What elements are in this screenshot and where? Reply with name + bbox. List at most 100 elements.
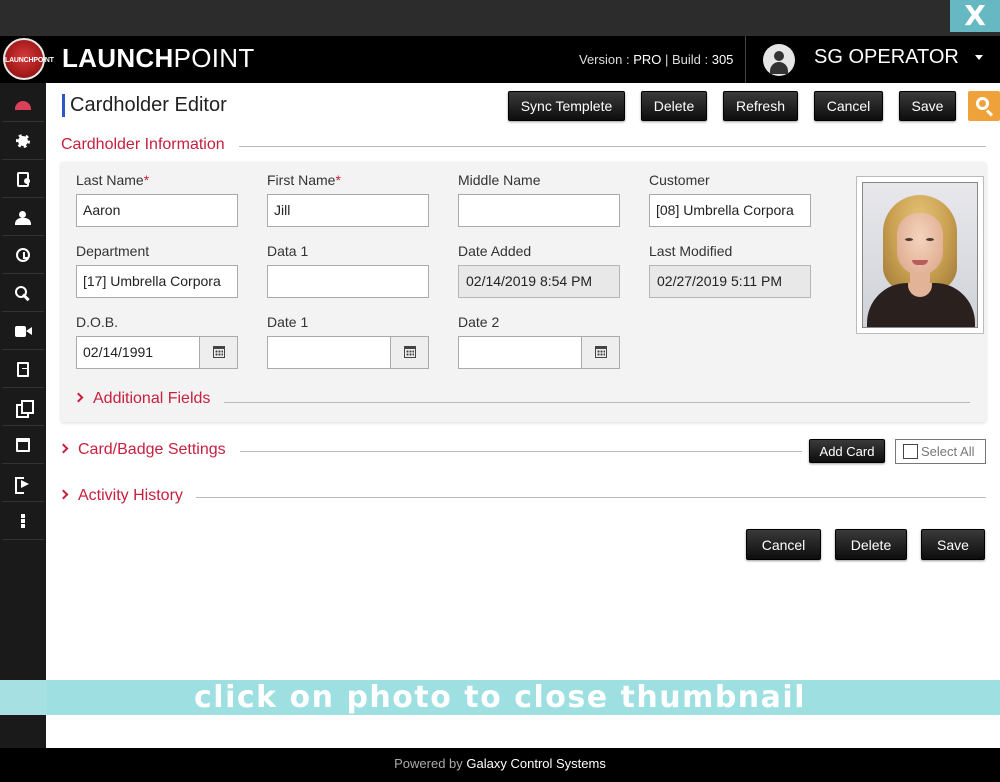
dob-date-input[interactable]: 02/14/1991 [76,336,238,369]
chevron-right-icon[interactable] [58,489,69,500]
brand-bold: LAUNCH [62,43,174,73]
sidebar-item-dashboard[interactable] [2,85,44,122]
date2-label: Date 2 [458,314,500,330]
sidebar-item-settings[interactable] [2,123,44,160]
more-vertical-icon [21,514,25,528]
card-badge-settings-toggle[interactable]: Card/Badge Settings [78,441,226,459]
last-modified-label: Last Modified [649,243,733,259]
date1-date-input[interactable] [267,336,429,369]
close-button[interactable]: X [950,0,1000,32]
first-name-label: First Name* [267,172,341,188]
calendar-icon [213,346,225,358]
section-divider [224,402,970,403]
sidebar-item-cardholders[interactable] [2,161,44,198]
build-value: 305 [711,52,734,67]
app-header: LAUNCHPOINT LAUNCHPOINT Version : PRO | … [0,36,1000,83]
logo: LAUNCHPOINT [3,38,54,80]
user-avatar-icon[interactable] [763,44,795,76]
date1-label: Date 1 [267,314,309,330]
sidebar [0,83,46,782]
calendar-icon [404,346,416,358]
dob-label: D.O.B. [76,314,119,330]
data1-input[interactable] [267,265,429,298]
cardholder-info-heading[interactable]: Cardholder Information [61,136,225,154]
middle-name-label: Middle Name [458,172,541,188]
brand-light: POINT [173,43,255,73]
sidebar-item-users[interactable] [2,199,44,236]
section-divider [240,451,802,452]
delete-button[interactable]: Delete [641,91,707,121]
calendar-icon [595,346,607,358]
dob-value: 02/14/1991 [83,344,154,360]
version-value: PRO [633,52,662,67]
title-accent-bar [62,94,65,117]
bottom-delete-button[interactable]: Delete [835,529,907,560]
sidebar-item-reports[interactable] [2,351,44,388]
version-info: Version : PRO | Build : 305 [579,52,733,67]
date-added-field: 02/14/2019 8:54 PM [458,265,620,298]
data1-label: Data 1 [267,243,309,259]
sidebar-item-logout[interactable] [2,465,44,502]
search-button[interactable] [968,91,1000,121]
footer: Powered by Galaxy Control Systems [0,748,1000,782]
select-all-label: Select All [921,444,975,459]
chevron-right-icon[interactable] [58,443,69,454]
first-name-input[interactable]: Jill [267,194,429,227]
version-label: Version : [579,52,634,67]
sign-out-icon [15,476,31,494]
company-name: Galaxy Control Systems [466,756,606,771]
copy-icon [15,399,34,418]
sidebar-item-video[interactable] [2,313,44,350]
gear-icon [16,134,30,148]
header-divider [745,36,746,83]
add-card-button[interactable]: Add Card [809,439,885,463]
clock-icon [16,248,30,262]
section-divider [196,497,986,498]
last-name-label: Last Name* [76,172,150,188]
save-button[interactable]: Save [899,91,956,121]
date2-date-input[interactable] [458,336,620,369]
banner-text: click on photo to close thumbnail [194,680,806,715]
window-top-strip [0,0,1000,36]
video-camera-icon [15,325,32,337]
date-added-label: Date Added [458,243,532,259]
customer-select[interactable]: [08] Umbrella Corpora [649,194,811,227]
key-icon [15,285,31,301]
dashboard-icon [15,100,31,110]
powered-by-label: Powered by [394,756,467,771]
date1-calendar-button[interactable] [390,337,428,368]
thumbnail-banner[interactable]: click on photo to close thumbnail [0,680,1000,715]
section-divider [239,146,986,147]
photo-image[interactable] [862,182,978,328]
refresh-button[interactable]: Refresh [723,91,798,121]
checkbox-box[interactable] [903,444,918,459]
bottom-cancel-button[interactable]: Cancel [746,529,821,560]
department-select[interactable]: [17] Umbrella Corpora [76,265,238,298]
page-title: Cardholder Editor [70,94,227,116]
username[interactable]: SG OPERATOR [814,46,959,69]
cardholder-photo[interactable] [856,176,984,334]
bottom-save-button[interactable]: Save [921,529,985,560]
sidebar-item-templates[interactable] [2,389,44,426]
chevron-down-icon[interactable] [975,55,983,60]
dob-calendar-button[interactable] [199,337,237,368]
select-all-checkbox[interactable]: Select All [895,439,986,464]
last-name-input[interactable]: Aaron [76,194,238,227]
customer-label: Customer [649,172,710,188]
date2-calendar-button[interactable] [581,337,619,368]
sidebar-item-access[interactable] [2,275,44,312]
sync-template-button[interactable]: Sync Templete [508,91,625,121]
document-icon [17,361,29,377]
sidebar-item-more[interactable] [2,503,44,540]
department-label: Department [76,243,150,259]
sidebar-item-calendar[interactable] [2,427,44,464]
middle-name-input[interactable] [458,194,620,227]
last-modified-field: 02/27/2019 5:11 PM [649,265,811,298]
activity-history-toggle[interactable]: Activity History [78,487,183,505]
cancel-button[interactable]: Cancel [814,91,883,121]
calendar-icon [16,438,30,452]
brand-title: LAUNCHPOINT [62,43,255,74]
additional-fields-toggle[interactable]: Additional Fields [93,390,210,408]
sidebar-item-schedules[interactable] [2,237,44,274]
users-icon [14,211,32,225]
